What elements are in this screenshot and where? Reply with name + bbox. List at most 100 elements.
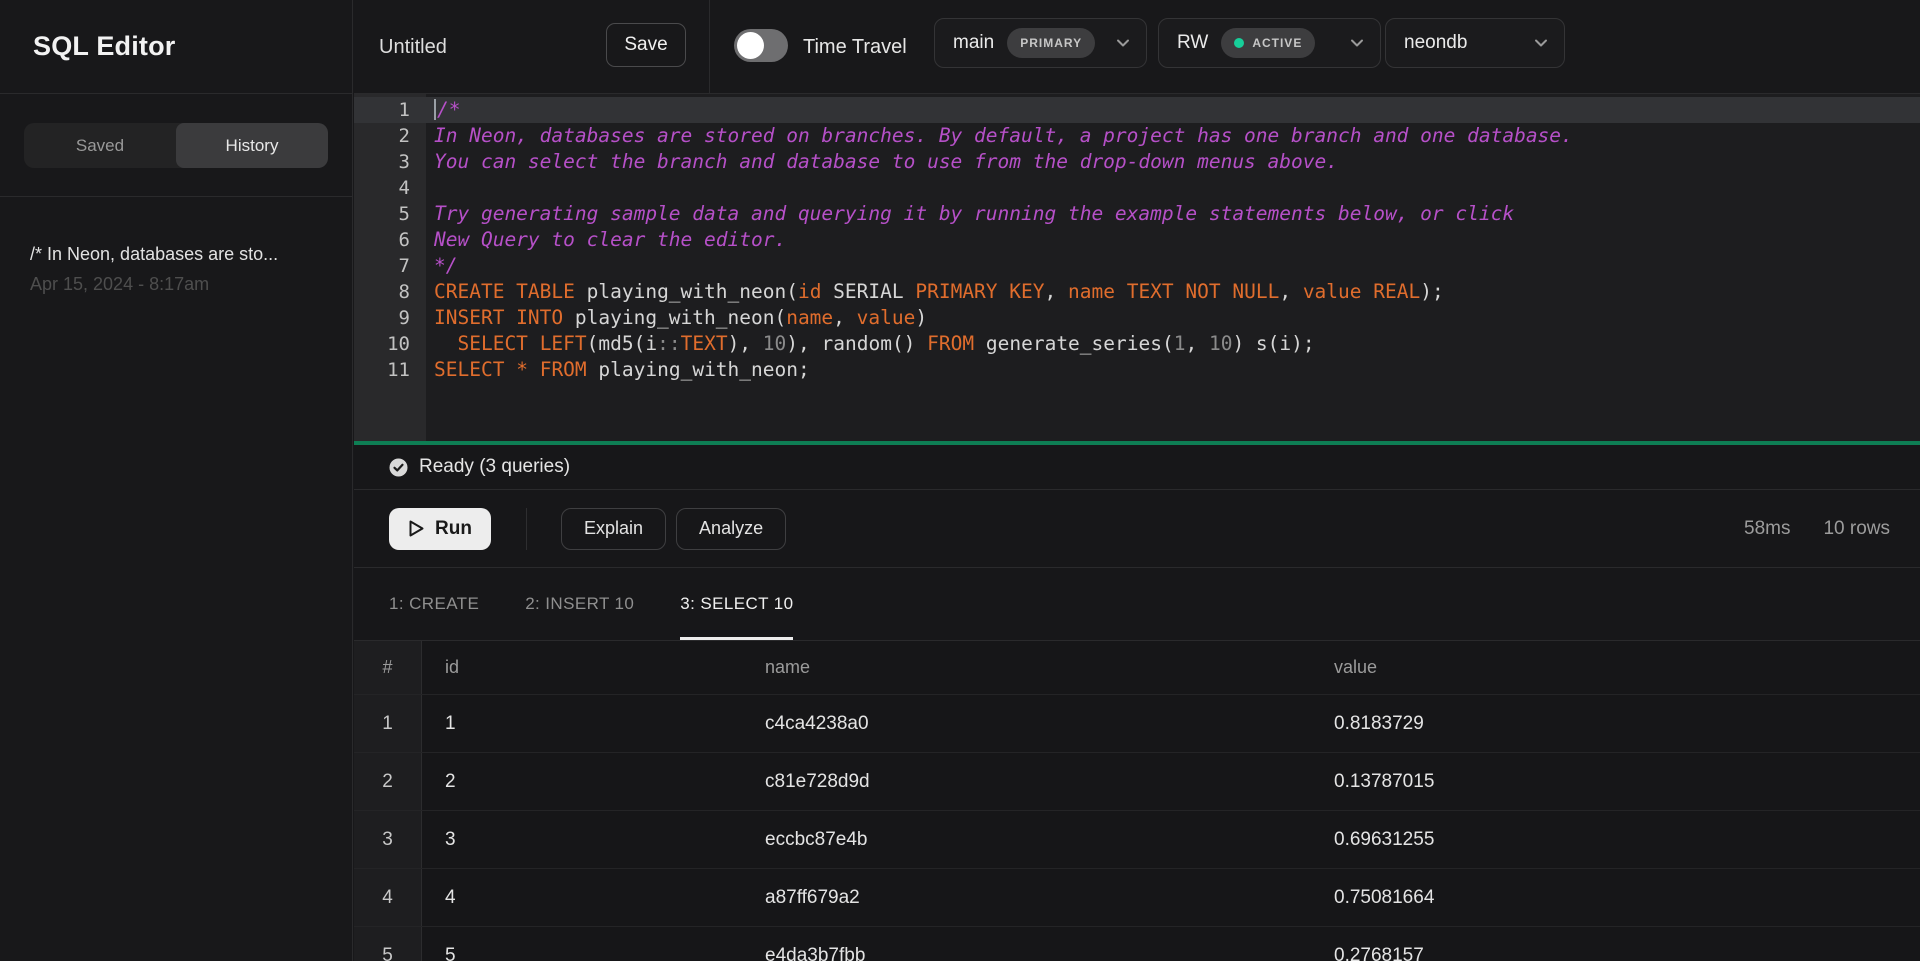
line-number: 8 xyxy=(354,279,426,305)
explain-button[interactable]: Explain xyxy=(561,508,666,550)
line-number: 6 xyxy=(354,227,426,253)
database-dropdown[interactable]: neondb xyxy=(1385,18,1565,68)
results-table[interactable]: #idnamevalue 11c4ca4238a00.818372922c81e… xyxy=(354,641,1920,961)
line-number: 10 xyxy=(354,331,426,357)
saved-history-segmented-control: Saved History xyxy=(24,123,328,168)
table-cell: 0.2768157 xyxy=(1311,927,1920,961)
code-line-1: 1/* xyxy=(354,97,1920,123)
table-cell: 3 xyxy=(354,811,422,868)
history-list-item[interactable]: /* In Neon, databases are sto... Apr 15,… xyxy=(0,197,352,295)
analyze-button[interactable]: Analyze xyxy=(676,508,786,550)
code-text: New Query to clear the editor. xyxy=(426,227,786,253)
result-tab-2[interactable]: 2: INSERT 10 xyxy=(525,568,634,640)
compute-active-badge: ACTIVE xyxy=(1221,28,1315,58)
time-travel-toggle[interactable] xyxy=(734,29,788,62)
query-title: Untitled xyxy=(379,0,447,94)
sidebar-header: SQL Editor xyxy=(0,0,352,94)
code-text: Try generating sample data and querying … xyxy=(426,201,1514,227)
ready-check-icon xyxy=(389,458,408,477)
active-status-dot-icon xyxy=(1234,38,1244,48)
code-text: In Neon, databases are stored on branche… xyxy=(426,123,1573,149)
code-text: CREATE TABLE playing_with_neon(id SERIAL… xyxy=(426,279,1444,305)
code-text xyxy=(426,175,434,201)
tab-saved[interactable]: Saved xyxy=(24,123,176,168)
code-editor[interactable]: 1/*2In Neon, databases are stored on bra… xyxy=(354,94,1920,441)
history-item-date: Apr 15, 2024 - 8:17am xyxy=(30,274,322,295)
code-text: You can select the branch and database t… xyxy=(426,149,1338,175)
database-name: neondb xyxy=(1404,32,1467,54)
line-number: 9 xyxy=(354,305,426,331)
line-number: 7 xyxy=(354,253,426,279)
code-text: INSERT INTO playing_with_neon(name, valu… xyxy=(426,305,927,331)
result-tabs: 1: CREATE 2: INSERT 10 3: SELECT 10 xyxy=(354,568,1920,641)
text-cursor xyxy=(434,99,436,120)
table-cell: 0.69631255 xyxy=(1311,811,1920,868)
code-line-10: 10 SELECT LEFT(md5(i::TEXT), 10), random… xyxy=(354,331,1920,357)
tab-history[interactable]: History xyxy=(176,123,328,168)
branch-dropdown[interactable]: main PRIMARY xyxy=(934,18,1147,68)
table-cell: 2 xyxy=(354,753,422,810)
table-cell: 2 xyxy=(422,753,742,810)
run-button[interactable]: Run xyxy=(389,508,491,550)
sidebar-tabs-section: Saved History xyxy=(0,94,352,197)
sidebar: SQL Editor Saved History /* In Neon, dat… xyxy=(0,0,353,961)
table-cell: e4da3b7fbb xyxy=(742,927,1311,961)
query-duration: 58ms xyxy=(1744,518,1790,540)
play-icon xyxy=(408,519,425,538)
line-number: 3 xyxy=(354,149,426,175)
code-line-11: 11SELECT * FROM playing_with_neon; xyxy=(354,357,1920,383)
sql-editor-app: SQL Editor Saved History /* In Neon, dat… xyxy=(0,0,1920,961)
line-number: 5 xyxy=(354,201,426,227)
code-line-2: 2In Neon, databases are stored on branch… xyxy=(354,123,1920,149)
table-cell: c4ca4238a0 xyxy=(742,695,1311,752)
table-cell: 1 xyxy=(422,695,742,752)
page-title: SQL Editor xyxy=(33,31,176,62)
result-tab-1[interactable]: 1: CREATE xyxy=(389,568,479,640)
code-line-5: 5Try generating sample data and querying… xyxy=(354,201,1920,227)
chevron-down-icon xyxy=(1522,34,1550,52)
line-number: 1 xyxy=(354,97,426,123)
history-item-preview: /* In Neon, databases are sto... xyxy=(30,244,322,265)
table-row: 55e4da3b7fbb0.2768157 xyxy=(354,927,1920,961)
chevron-down-icon xyxy=(1104,34,1132,52)
result-tab-3[interactable]: 3: SELECT 10 xyxy=(680,568,793,640)
code-text: */ xyxy=(426,253,457,279)
table-body: 11c4ca4238a00.818372922c81e728d9d0.13787… xyxy=(354,695,1920,961)
actions-row: Run Explain Analyze 58ms 10 rows xyxy=(354,490,1920,568)
table-cell: 0.75081664 xyxy=(1311,869,1920,926)
table-row: 11c4ca4238a00.8183729 xyxy=(354,695,1920,753)
table-row: 33eccbc87e4b0.69631255 xyxy=(354,811,1920,869)
table-row: 22c81e728d9d0.13787015 xyxy=(354,753,1920,811)
line-number: 4 xyxy=(354,175,426,201)
compute-name: RW xyxy=(1177,32,1208,54)
table-cell: 4 xyxy=(354,869,422,926)
save-button[interactable]: Save xyxy=(606,23,686,67)
column-header-id: id xyxy=(422,641,742,694)
table-cell: 0.13787015 xyxy=(1311,753,1920,810)
code-text: SELECT LEFT(md5(i::TEXT), 10), random() … xyxy=(426,331,1315,357)
code-line-9: 9INSERT INTO playing_with_neon(name, val… xyxy=(354,305,1920,331)
query-metrics: 58ms 10 rows xyxy=(1744,518,1920,540)
compute-dropdown[interactable]: RW ACTIVE xyxy=(1158,18,1381,68)
column-header-name: name xyxy=(742,641,1311,694)
code-line-4: 4 xyxy=(354,175,1920,201)
table-cell: 5 xyxy=(354,927,422,961)
table-cell: c81e728d9d xyxy=(742,753,1311,810)
column-header-value: value xyxy=(1311,641,1920,694)
main-panel: Untitled Save Time Travel main PRIMARY R… xyxy=(354,0,1920,961)
table-cell: 3 xyxy=(422,811,742,868)
code-line-7: 7*/ xyxy=(354,253,1920,279)
code-text: SELECT * FROM playing_with_neon; xyxy=(426,357,810,383)
line-number: 11 xyxy=(354,357,426,383)
run-button-label: Run xyxy=(435,518,472,540)
line-number: 2 xyxy=(354,123,426,149)
table-row: 44a87ff679a20.75081664 xyxy=(354,869,1920,927)
time-travel-label: Time Travel xyxy=(803,0,907,94)
code-line-8: 8CREATE TABLE playing_with_neon(id SERIA… xyxy=(354,279,1920,305)
table-cell: 1 xyxy=(354,695,422,752)
table-cell: 4 xyxy=(422,869,742,926)
code-line-6: 6New Query to clear the editor. xyxy=(354,227,1920,253)
chevron-down-icon xyxy=(1338,34,1366,52)
compute-active-label: ACTIVE xyxy=(1252,36,1302,50)
actions-divider xyxy=(526,508,527,550)
